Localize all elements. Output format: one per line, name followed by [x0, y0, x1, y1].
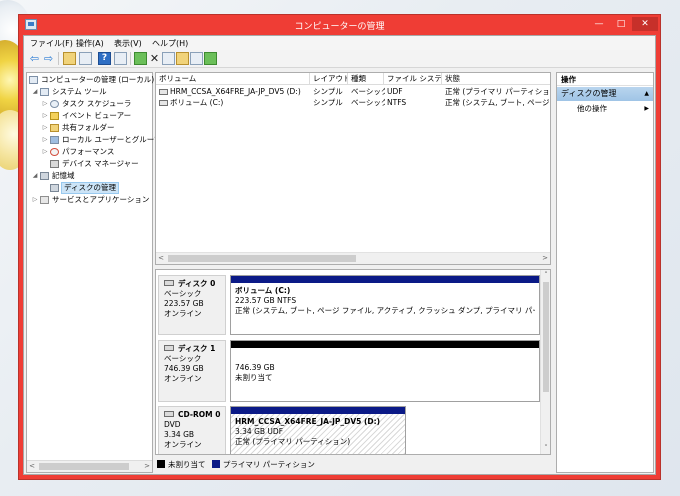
menu-help[interactable]: ヘルプ(H) — [152, 38, 188, 49]
column-header-type[interactable]: 種類 — [348, 73, 384, 85]
performance-icon — [50, 148, 59, 156]
maximize-button[interactable]: □ — [610, 17, 632, 31]
volume-list[interactable]: ボリューム レイアウト 種類 ファイル システム 状態 HRM_CCSA_X64… — [155, 72, 551, 265]
disk-properties-icon[interactable] — [204, 52, 217, 65]
expander-icon[interactable]: ▷ — [41, 110, 49, 122]
scroll-right-arrow-icon[interactable]: > — [142, 461, 152, 472]
table-row[interactable]: ボリューム (C:) シンプル ベーシック NTFS 正常 (システム, ブート… — [156, 97, 550, 108]
expander-icon[interactable]: ▷ — [31, 194, 39, 206]
submenu-arrow-icon: ▶ — [644, 105, 649, 112]
table-row[interactable]: HRM_CCSA_X64FRE_JA-JP_DV5 (D:) シンプル ベーシッ… — [156, 86, 550, 97]
show-hide-tree-icon[interactable] — [79, 52, 92, 65]
partition-unallocated[interactable]: 746.39 GB 未割り当て — [230, 340, 540, 402]
partition-c[interactable]: ボリューム (C:) 223.57 GB NTFS 正常 (システム, ブート,… — [230, 275, 540, 335]
disk-icon — [164, 345, 174, 351]
menu-bar: ファイル(F) 操作(A) 表示(V) ヘルプ(H) — [24, 36, 655, 50]
help-icon[interactable]: ? — [98, 52, 111, 65]
menu-action[interactable]: 操作(A) — [76, 38, 104, 49]
disk-map[interactable]: ディスク 0 ベーシック 223.57 GB オンライン ボリューム (C:) … — [155, 269, 551, 455]
action-other-operations[interactable]: 他の操作 ▶ — [557, 103, 653, 115]
toolbar-separator — [58, 52, 59, 65]
partition-bar — [231, 407, 405, 414]
shared-folder-icon — [50, 124, 59, 132]
partition-bar — [231, 341, 539, 348]
legend-swatch-primary — [211, 460, 220, 468]
window-title: コンピューターの管理 — [294, 22, 385, 32]
expander-icon[interactable]: ◢ — [31, 170, 39, 182]
back-arrow-icon[interactable]: ⇦ — [28, 52, 41, 65]
partition-bar — [231, 276, 539, 283]
menu-view[interactable]: 表示(V) — [114, 38, 142, 49]
show-hide-action-pane-icon[interactable] — [114, 52, 127, 65]
scroll-up-arrow-icon[interactable]: ˄ — [541, 270, 550, 281]
computer-management-window: コンピューターの管理 — □ ✕ ファイル(F) 操作(A) 表示(V) ヘルプ… — [18, 14, 661, 480]
disk-icon — [164, 280, 174, 286]
column-header-volume[interactable]: ボリューム — [156, 73, 310, 85]
disk-1-info[interactable]: ディスク 1 ベーシック 746.39 GB オンライン — [158, 340, 226, 402]
column-header-file-system[interactable]: ファイル システム — [384, 73, 442, 85]
expander-icon[interactable]: ▷ — [41, 98, 49, 110]
scroll-left-arrow-icon[interactable]: < — [156, 253, 166, 264]
actions-section-disk-management[interactable]: ディスクの管理 ▲ — [557, 87, 653, 101]
minimize-button[interactable]: — — [588, 17, 610, 31]
clock-icon — [50, 100, 59, 108]
expander-icon[interactable]: ▷ — [41, 146, 49, 158]
search-icon[interactable] — [190, 52, 203, 65]
scroll-left-arrow-icon[interactable]: < — [27, 461, 37, 472]
computer-icon — [29, 76, 38, 84]
open-folder-icon[interactable] — [176, 52, 189, 65]
legend-swatch-unallocated — [157, 460, 165, 468]
expander-icon[interactable]: ▷ — [41, 122, 49, 134]
column-header-status[interactable]: 状態 — [442, 73, 550, 85]
drive-icon — [159, 100, 168, 106]
properties-icon[interactable] — [162, 52, 175, 65]
volume-horizontal-scrollbar[interactable]: < > — [156, 252, 550, 264]
scroll-thumb[interactable] — [168, 255, 356, 262]
drive-icon — [159, 89, 168, 95]
up-folder-icon[interactable] — [63, 52, 76, 65]
tree-horizontal-scrollbar[interactable]: < > — [27, 460, 152, 472]
disk-management-icon — [50, 184, 59, 192]
delete-icon[interactable]: ✕ — [148, 52, 161, 65]
cdrom-0-info[interactable]: CD-ROM 0 DVD 3.34 GB オンライン — [158, 406, 226, 454]
refresh-icon[interactable] — [134, 52, 147, 65]
actions-pane: 操作 ディスクの管理 ▲ 他の操作 ▶ — [556, 72, 654, 473]
scroll-thumb[interactable] — [39, 463, 129, 470]
expander-icon[interactable]: ▷ — [41, 134, 49, 146]
close-button[interactable]: ✕ — [632, 17, 658, 31]
console-tree[interactable]: コンピューターの管理 (ローカル) ◢ システム ツール ▷ タスク スケジュー… — [26, 72, 161, 473]
legend: 未割り当て プライマリ パーティション — [155, 457, 551, 473]
toolbar: ⇦ ⇨ ? ✕ — [24, 50, 655, 68]
services-icon — [40, 196, 49, 204]
users-icon — [50, 136, 59, 144]
disk-0-info[interactable]: ディスク 0 ベーシック 223.57 GB オンライン — [158, 275, 226, 335]
cdrom-icon — [164, 411, 174, 417]
disk-map-vertical-scrollbar[interactable]: ˄ ˅ — [540, 270, 550, 454]
device-manager-icon — [50, 160, 59, 168]
column-header-layout[interactable]: レイアウト — [310, 73, 348, 85]
storage-icon — [40, 172, 49, 180]
partition-d[interactable]: HRM_CCSA_X64FRE_JA-JP_DV5 (D:) 3.34 GB U… — [230, 406, 406, 454]
client-area: ファイル(F) 操作(A) 表示(V) ヘルプ(H) ⇦ ⇨ ? ✕ コンピュー… — [23, 35, 656, 475]
event-viewer-icon — [50, 112, 59, 120]
collapse-icon[interactable]: ▲ — [644, 87, 649, 101]
toolbar-separator — [130, 52, 131, 65]
forward-arrow-icon[interactable]: ⇨ — [42, 52, 55, 65]
expander-icon[interactable]: ◢ — [31, 86, 39, 98]
tools-icon — [40, 88, 49, 96]
scroll-down-arrow-icon[interactable]: ˅ — [541, 443, 550, 454]
scroll-right-arrow-icon[interactable]: > — [540, 253, 550, 264]
menu-file[interactable]: ファイル(F) — [30, 38, 73, 49]
scroll-thumb[interactable] — [543, 282, 549, 392]
actions-header: 操作 — [557, 73, 653, 86]
title-bar[interactable]: コンピューターの管理 — □ ✕ — [19, 15, 660, 35]
